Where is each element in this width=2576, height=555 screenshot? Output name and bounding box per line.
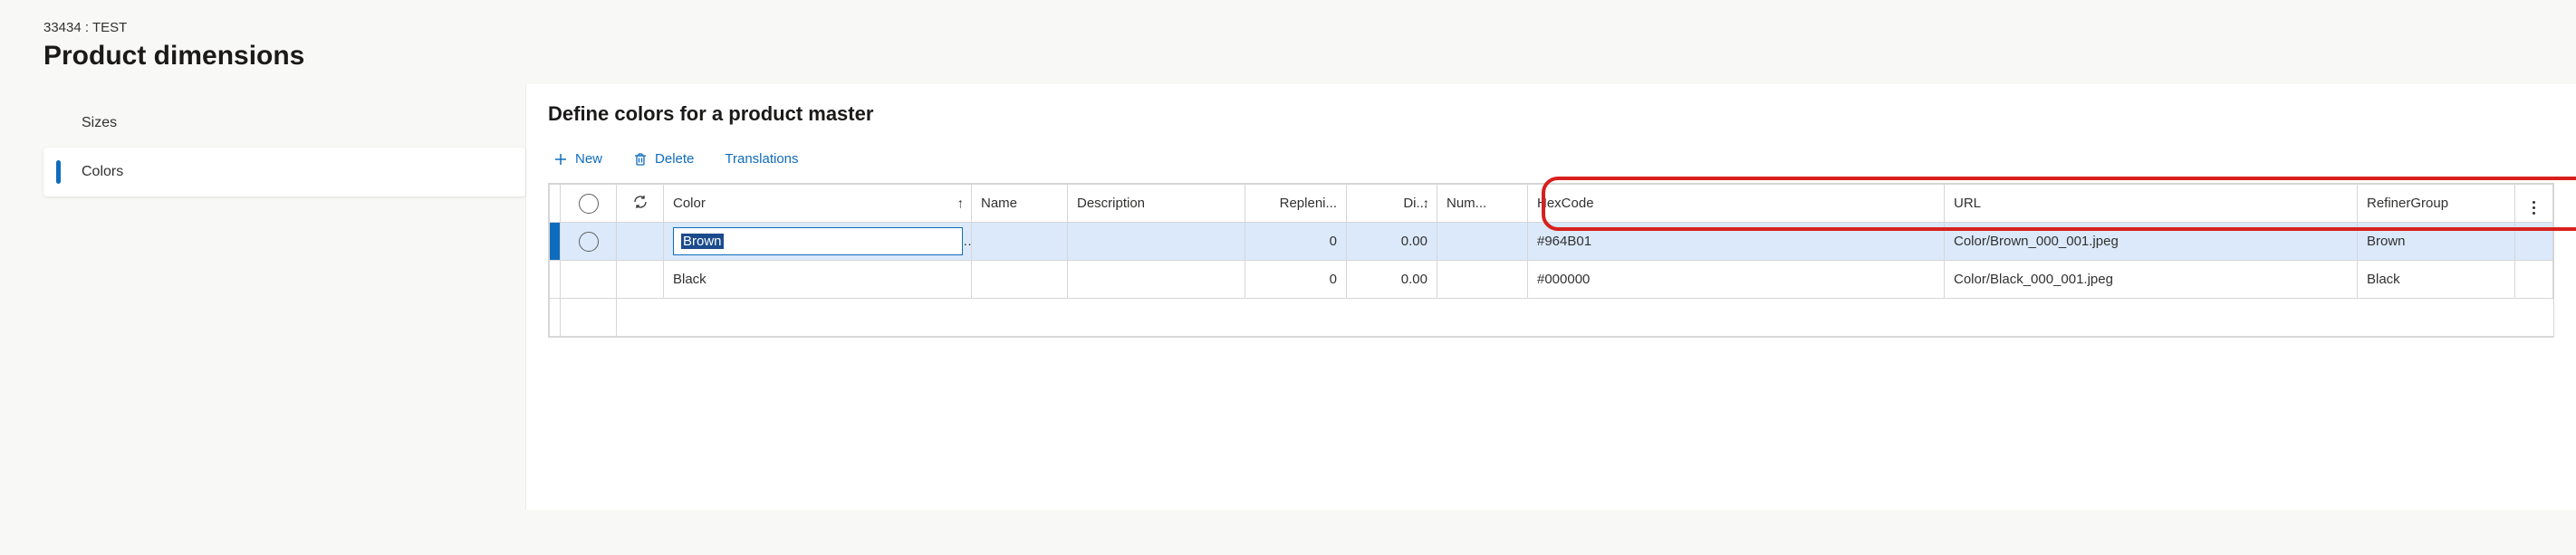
cell-name[interactable] (972, 261, 1068, 299)
row-select[interactable] (561, 223, 617, 261)
sort-asc-icon: ↑ (1423, 196, 1430, 211)
col-header-name[interactable]: Name (972, 185, 1068, 223)
section-title: Define colors for a product master (548, 102, 2554, 126)
cell-color[interactable]: Brown (664, 223, 972, 261)
cell-more (2515, 223, 2553, 261)
refresh-header[interactable] (617, 185, 664, 223)
cell-number[interactable] (1437, 261, 1528, 299)
new-button[interactable]: New (553, 151, 602, 167)
cell-url[interactable]: Color/Brown_000_001.jpeg (1945, 223, 2358, 261)
table-row[interactable]: Black 0 0.00 #000000 Color/Black_000_001… (550, 261, 2553, 299)
row-select[interactable] (561, 261, 617, 299)
col-header-replenish[interactable]: Repleni... (1245, 185, 1347, 223)
translations-label: Translations (725, 151, 798, 167)
main-panel: Define colors for a product master New D… (525, 84, 2576, 510)
grid-header-row: Color ↑ Name Description Repleni... Di..… (550, 185, 2553, 223)
col-header-more[interactable] (2515, 185, 2553, 223)
col-header-color[interactable]: Color ↑ (664, 185, 972, 223)
cell-color[interactable]: Black (664, 261, 972, 299)
sidebar-item-sizes[interactable]: Sizes (43, 99, 525, 148)
circle-icon (579, 232, 599, 252)
sidebar-item-colors[interactable]: Colors (43, 148, 525, 196)
breadcrumb: 33434 : TEST (43, 20, 2576, 35)
table-row-empty (550, 299, 2553, 337)
more-vert-icon (2533, 201, 2535, 215)
cell-url[interactable]: Color/Black_000_001.jpeg (1945, 261, 2358, 299)
cell-more (2515, 261, 2553, 299)
cell-replenish[interactable]: 0 (1245, 223, 1347, 261)
color-input[interactable]: Brown (673, 227, 963, 255)
cell-description[interactable] (1068, 261, 1245, 299)
refresh-icon (632, 194, 649, 210)
new-label: New (575, 151, 602, 167)
row-marker-header (550, 185, 561, 223)
sidebar: Sizes Colors (0, 84, 525, 196)
sort-asc-icon: ↑ (957, 196, 965, 211)
trash-icon (633, 152, 648, 167)
col-header-refinergroup[interactable]: RefinerGroup (2358, 185, 2515, 223)
grid: Color ↑ Name Description Repleni... Di..… (548, 183, 2554, 338)
cell-display[interactable]: 0.00 (1347, 261, 1437, 299)
col-header-description[interactable]: Description (1068, 185, 1245, 223)
cell-display[interactable]: 0.00 (1347, 223, 1437, 261)
plus-icon (553, 152, 568, 167)
col-header-number[interactable]: Num... (1437, 185, 1528, 223)
select-all-header[interactable] (561, 185, 617, 223)
cell-replenish[interactable]: 0 (1245, 261, 1347, 299)
toolbar: New Delete Translations (548, 151, 2554, 167)
sidebar-item-label: Colors (82, 164, 123, 179)
page-title: Product dimensions (43, 41, 2576, 72)
cell-number[interactable] (1437, 223, 1528, 261)
delete-label: Delete (655, 151, 694, 167)
row-refresh-cell (617, 223, 664, 261)
col-header-hexcode[interactable]: HexCode (1528, 185, 1945, 223)
color-input-value: Brown (681, 234, 724, 249)
col-header-display[interactable]: Di... ↑ (1347, 185, 1437, 223)
circle-icon (579, 194, 599, 214)
col-header-url[interactable]: URL (1945, 185, 2358, 223)
cell-refinergroup[interactable]: Brown (2358, 223, 2515, 261)
cell-description[interactable] (1068, 223, 1245, 261)
sidebar-item-label: Sizes (82, 115, 117, 130)
row-marker (550, 261, 561, 299)
row-refresh-cell (617, 261, 664, 299)
cell-name[interactable] (972, 223, 1068, 261)
cell-hexcode[interactable]: #964B01 (1528, 223, 1945, 261)
row-marker (550, 223, 561, 261)
cell-refinergroup[interactable]: Black (2358, 261, 2515, 299)
cell-hexcode[interactable]: #000000 (1528, 261, 1945, 299)
table-row[interactable]: Brown 0 0.00 #964B01 Color/Brown_000_001… (550, 223, 2553, 261)
translations-button[interactable]: Translations (725, 151, 798, 167)
delete-button[interactable]: Delete (633, 151, 694, 167)
